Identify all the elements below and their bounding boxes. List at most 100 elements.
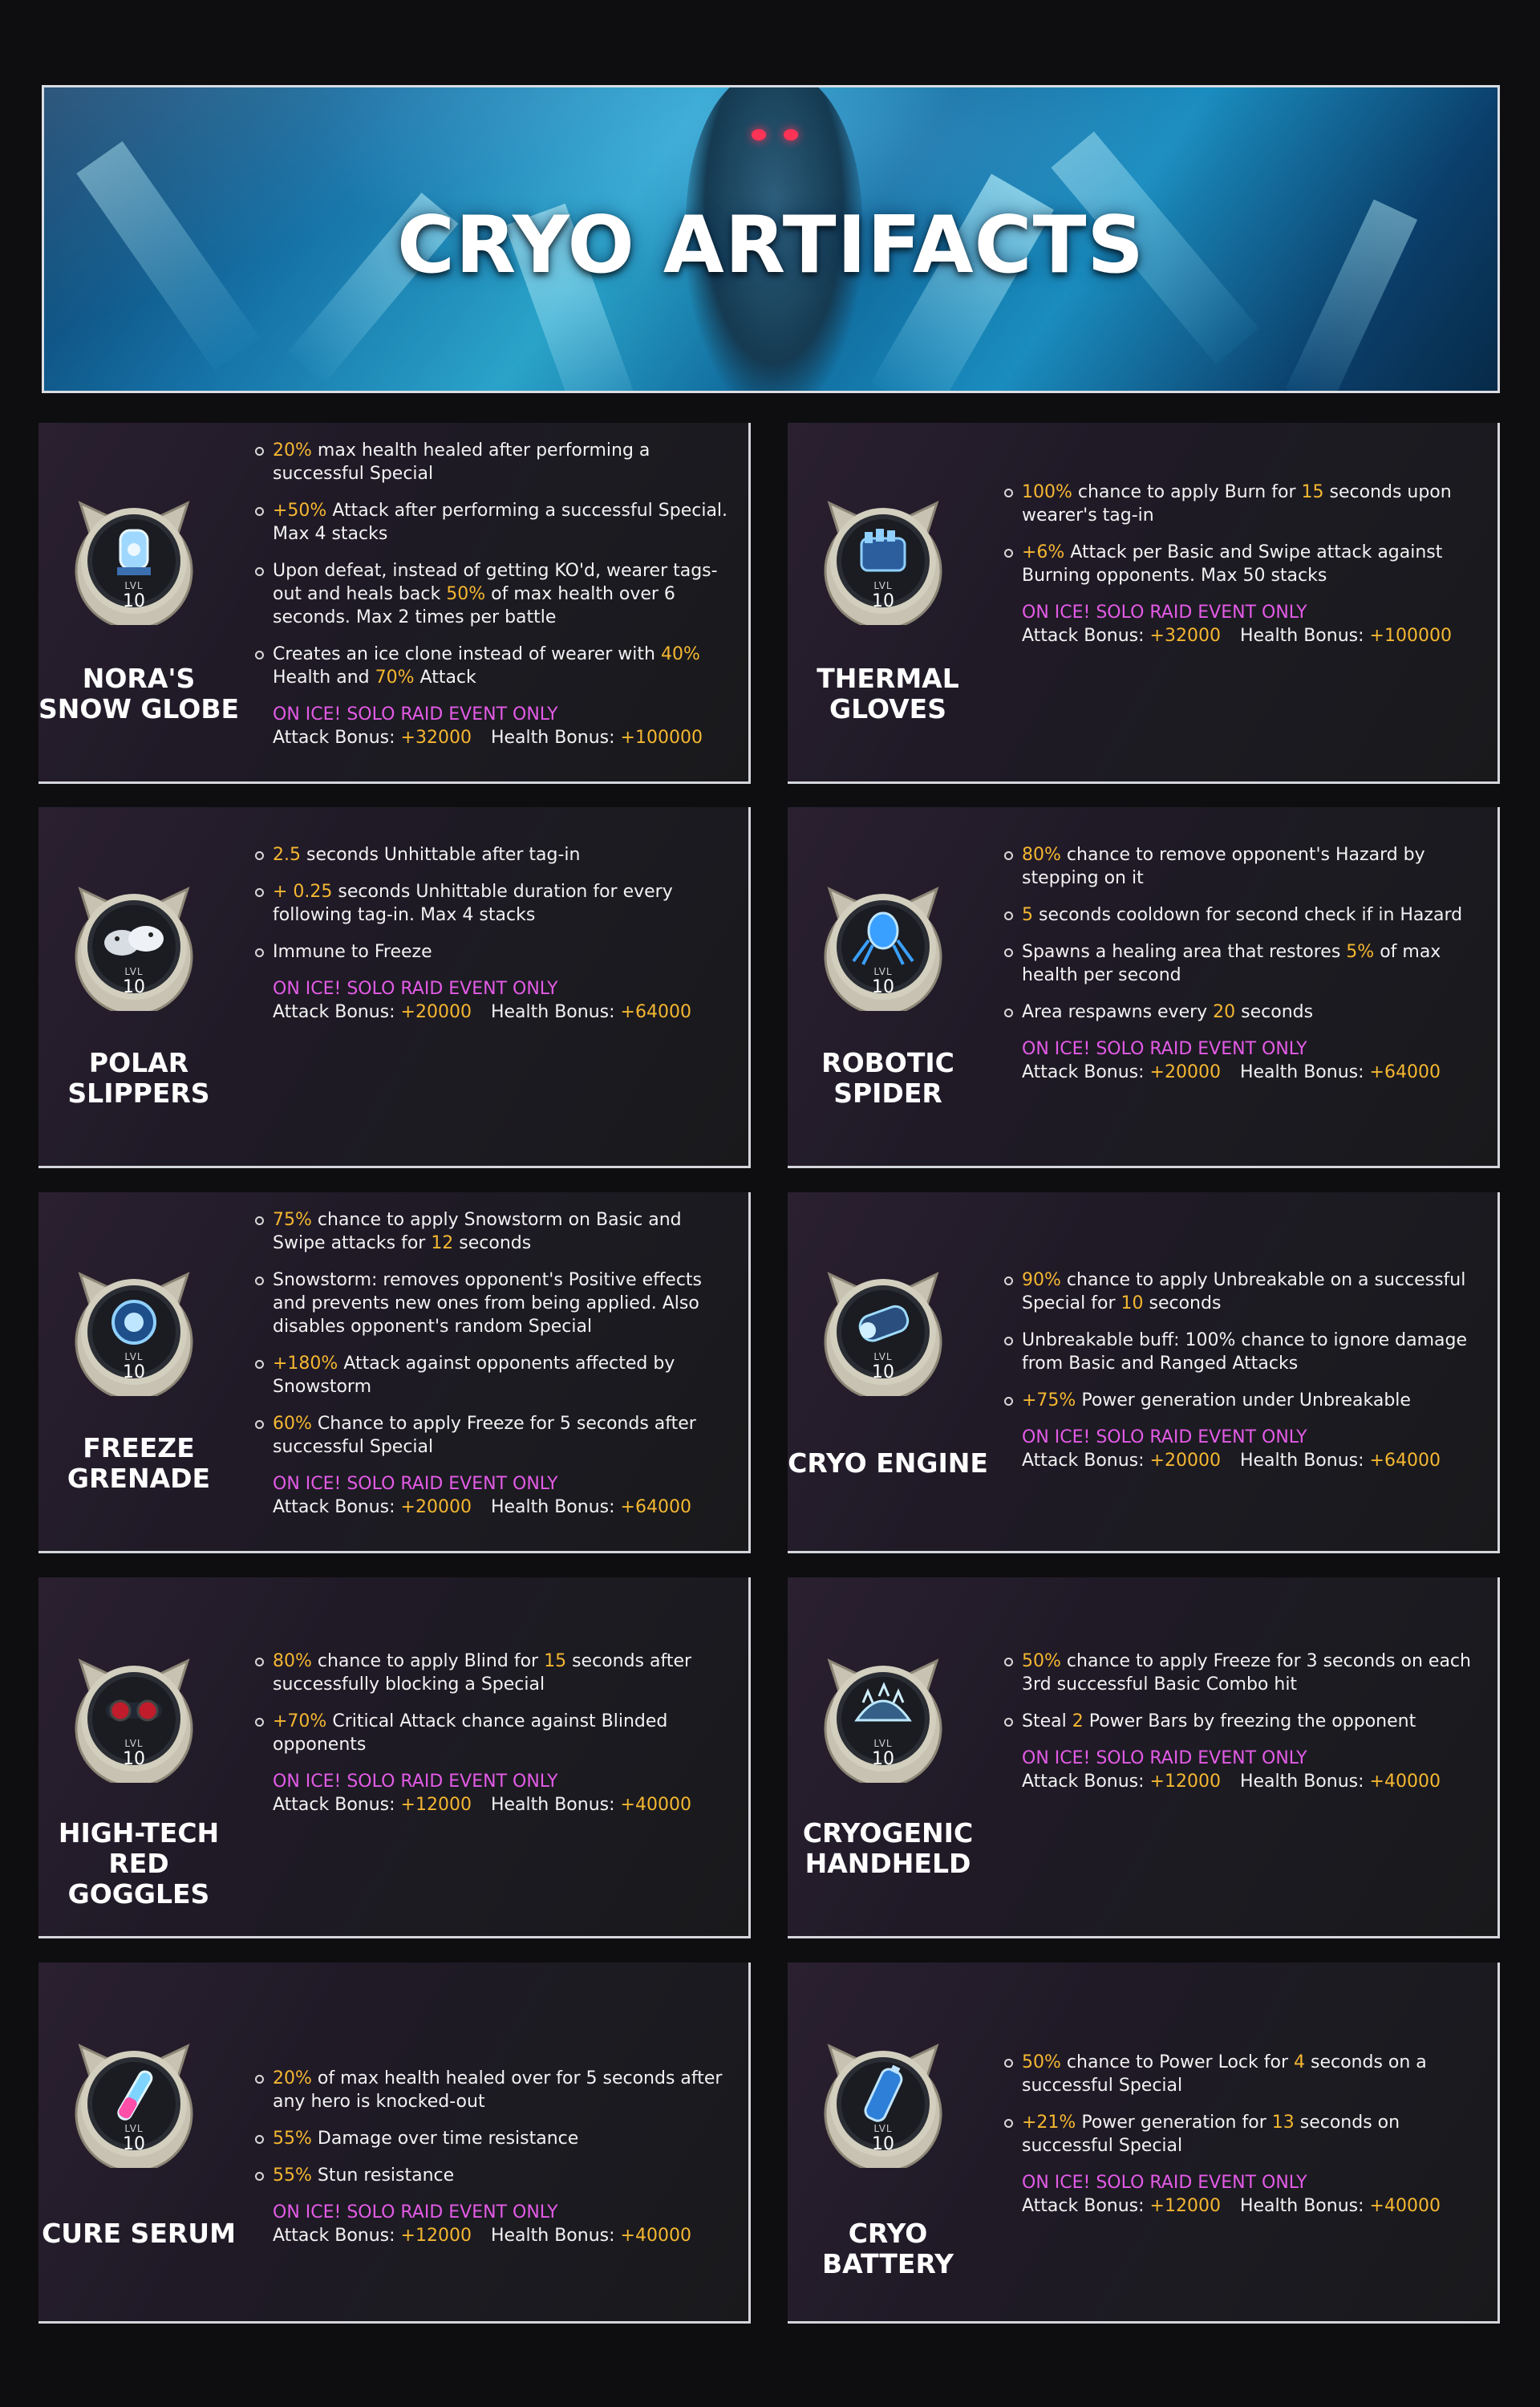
attack-bonus-value: +12000 bbox=[400, 1795, 472, 1815]
highlight-value: +70% bbox=[273, 1711, 327, 1731]
perk-text: Immune to Freeze bbox=[273, 942, 432, 962]
attack-bonus-value: +20000 bbox=[1149, 1451, 1221, 1471]
health-bonus-value: +40000 bbox=[1369, 1772, 1441, 1792]
attack-bonus-value: +20000 bbox=[1149, 1062, 1221, 1082]
attack-bonus-label: Attack Bonus: bbox=[1022, 1772, 1145, 1792]
highlight-value: 13 bbox=[1271, 2113, 1295, 2133]
perk-text: Attack bbox=[414, 668, 476, 688]
perk-item: Spawns a healing area that restores 5% o… bbox=[1004, 940, 1485, 987]
perk-text: Spawns a healing area that restores bbox=[1022, 942, 1347, 962]
level-label: LVL bbox=[124, 1351, 144, 1362]
grenade-icon: LVL 10 bbox=[66, 1260, 202, 1396]
highlight-value: 70% bbox=[375, 668, 415, 688]
level-label: LVL bbox=[873, 966, 893, 977]
health-bonus-label: Health Bonus: bbox=[490, 728, 615, 748]
engine-icon: LVL 10 bbox=[815, 1260, 951, 1396]
perk-text: chance to Power Lock for bbox=[1060, 2052, 1294, 2072]
artifact-details: 80% chance to remove opponent's Hazard b… bbox=[1004, 843, 1485, 1084]
perk-item: 5 seconds cooldown for second check if i… bbox=[1004, 903, 1485, 927]
highlight-value: 55% bbox=[273, 2129, 312, 2149]
artifact-name: HIGH-TECH RED GOGGLES bbox=[58, 1817, 220, 1910]
highlight-value: 5 bbox=[1022, 905, 1033, 925]
highlight-value: +75% bbox=[1022, 1390, 1076, 1411]
attack-bonus-label: Attack Bonus: bbox=[1022, 626, 1145, 646]
perk-text: Steal bbox=[1022, 1711, 1072, 1731]
level-label: LVL bbox=[873, 2123, 893, 2134]
health-bonus-value: +64000 bbox=[620, 1497, 691, 1517]
bonus-line: Attack Bonus: +32000 Health Bonus: +10000… bbox=[255, 726, 736, 749]
highlight-value: 15 bbox=[544, 1651, 567, 1671]
goggles-icon: LVL 10 bbox=[66, 1646, 202, 1783]
highlight-value: 10 bbox=[1121, 1293, 1144, 1313]
health-bonus-label: Health Bonus: bbox=[490, 1795, 615, 1815]
attack-bonus-label: Attack Bonus: bbox=[273, 1497, 395, 1517]
level-number: 10 bbox=[123, 591, 145, 611]
event-label: ON ICE! SOLO RAID EVENT ONLY bbox=[1022, 2173, 1307, 2193]
level-label: LVL bbox=[873, 580, 893, 591]
highlight-value: +50% bbox=[273, 501, 327, 521]
perk-list: 75% chance to apply Snowstorm on Basic a… bbox=[255, 1208, 736, 1459]
perk-item: 90% chance to apply Unbreakable on a suc… bbox=[1004, 1268, 1485, 1315]
highlight-value: 80% bbox=[273, 1651, 312, 1671]
perk-item: +21% Power generation for 13 seconds on … bbox=[1004, 2111, 1485, 2157]
snow-globe-icon: LVL 10 bbox=[66, 489, 202, 625]
perk-text: Snowstorm: removes opponent's Positive e… bbox=[273, 1270, 703, 1337]
perk-list: 90% chance to apply Unbreakable on a suc… bbox=[1004, 1268, 1485, 1412]
event-label: ON ICE! SOLO RAID EVENT ONLY bbox=[273, 1772, 558, 1792]
perk-text: Power Bars by freezing the opponent bbox=[1083, 1711, 1416, 1731]
perk-text: Creates an ice clone instead of wearer w… bbox=[273, 644, 661, 664]
perk-item: Creates an ice clone instead of wearer w… bbox=[255, 643, 736, 689]
perk-text: chance to apply Blind for bbox=[311, 1651, 545, 1671]
handheld-icon: LVL 10 bbox=[815, 1646, 951, 1783]
highlight-value: + 0.25 bbox=[273, 882, 333, 902]
artifact-card: LVL 10 THERMAL GLOVES 100% chance to apply … bbox=[788, 423, 1500, 784]
perk-text: seconds bbox=[1143, 1293, 1222, 1313]
attack-bonus-value: +12000 bbox=[1149, 1772, 1221, 1792]
artifact-name: CURE SERUM bbox=[42, 2218, 236, 2249]
artifact-details: 50% chance to apply Freeze for 3 seconds… bbox=[1004, 1650, 1485, 1793]
health-bonus-label: Health Bonus: bbox=[1239, 1062, 1364, 1082]
attack-bonus-value: +12000 bbox=[400, 2226, 472, 2246]
artifact-card: LVL 10 ROBOTIC SPIDER 80% chance to remove … bbox=[788, 807, 1500, 1168]
perk-text: of max health healed over for 5 seconds … bbox=[273, 2068, 723, 2112]
perk-text: Attack per Basic and Swipe attack agains… bbox=[1022, 542, 1443, 586]
highlight-value: 80% bbox=[1022, 845, 1067, 865]
event-label: ON ICE! SOLO RAID EVENT ONLY bbox=[273, 704, 558, 725]
perk-item: Area respawns every 20 seconds bbox=[1004, 1001, 1485, 1024]
health-bonus-label: Health Bonus: bbox=[490, 1002, 615, 1022]
highlight-value: +21% bbox=[1022, 2113, 1076, 2133]
attack-bonus-label: Attack Bonus: bbox=[1022, 2196, 1145, 2216]
bonus-line: Attack Bonus: +20000 Health Bonus: +64000 bbox=[1004, 1061, 1485, 1084]
level-label: LVL bbox=[124, 966, 144, 977]
artifact-name: FREEZE GRENADE bbox=[67, 1432, 211, 1494]
level-label: LVL bbox=[873, 1351, 893, 1362]
perk-list: 80% chance to apply Blind for 15 seconds… bbox=[255, 1650, 736, 1756]
perk-text: seconds Unhittable after tag-in bbox=[301, 845, 581, 865]
health-bonus-label: Health Bonus: bbox=[490, 1497, 615, 1517]
attack-bonus-label: Attack Bonus: bbox=[273, 728, 395, 748]
event-label: ON ICE! SOLO RAID EVENT ONLY bbox=[1022, 1427, 1307, 1447]
perk-text: Chance to apply Freeze for 5 seconds aft… bbox=[273, 1414, 696, 1457]
highlight-value: 2.5 bbox=[273, 845, 301, 865]
level-number: 10 bbox=[872, 2134, 894, 2154]
perk-item: 55% Damage over time resistance bbox=[255, 2127, 736, 2150]
perk-text: Unbreakable buff: 100% chance to ignore … bbox=[1022, 1330, 1467, 1374]
attack-bonus-label: Attack Bonus: bbox=[273, 2226, 395, 2246]
perk-item: 60% Chance to apply Freeze for 5 seconds… bbox=[255, 1412, 736, 1459]
health-bonus-label: Health Bonus: bbox=[490, 2226, 615, 2246]
level-number: 10 bbox=[123, 977, 145, 997]
level-number: 10 bbox=[872, 1749, 894, 1769]
highlight-value: 2 bbox=[1072, 1711, 1084, 1731]
bonus-line: Attack Bonus: +32000 Health Bonus: +10000… bbox=[1004, 624, 1485, 647]
perk-text: Damage over time resistance bbox=[311, 2129, 579, 2149]
level-label: LVL bbox=[124, 2123, 144, 2134]
highlight-value: 40% bbox=[660, 644, 700, 664]
perk-item: 100% chance to apply Burn for 15 seconds… bbox=[1004, 481, 1485, 527]
perk-item: Snowstorm: removes opponent's Positive e… bbox=[255, 1268, 736, 1338]
perk-item: 20% of max health healed over for 5 seco… bbox=[255, 2067, 736, 2113]
bonus-line: Attack Bonus: +12000 Health Bonus: +40000 bbox=[1004, 2194, 1485, 2218]
level-number: 10 bbox=[872, 591, 894, 611]
highlight-value: +6% bbox=[1022, 542, 1065, 562]
highlight-value: 55% bbox=[273, 2165, 312, 2186]
level-number: 10 bbox=[872, 977, 894, 997]
